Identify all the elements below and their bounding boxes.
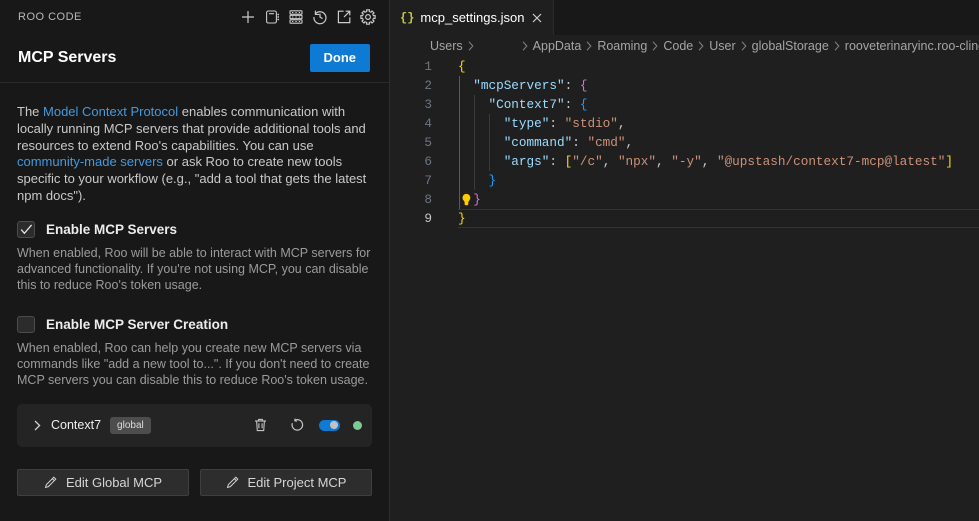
tab-bar: {} mcp_settings.json bbox=[390, 0, 979, 35]
breadcrumb-separator-icon bbox=[585, 41, 593, 51]
panel-body: The Model Context Protocol enables commu… bbox=[0, 83, 389, 521]
line-number: 7 bbox=[390, 171, 432, 190]
server-scope-badge: global bbox=[110, 417, 151, 434]
plus-icon[interactable] bbox=[240, 9, 256, 25]
close-tab-icon[interactable] bbox=[529, 10, 545, 26]
breadcrumb-separator-icon bbox=[697, 41, 705, 51]
json-file-icon: {} bbox=[400, 11, 414, 25]
breadcrumb-separator-icon bbox=[467, 41, 475, 51]
breadcrumb-item[interactable]: Code bbox=[663, 39, 693, 53]
server-status-dot bbox=[353, 421, 362, 430]
code-line-1[interactable]: 1{ bbox=[390, 57, 979, 76]
enable-mcp-servers-checkbox[interactable] bbox=[17, 221, 35, 238]
breadcrumb-separator-icon bbox=[651, 41, 659, 51]
breadcrumb-item[interactable]: AppData bbox=[533, 39, 582, 53]
line-number: 1 bbox=[390, 57, 432, 76]
settings-gear-icon[interactable] bbox=[360, 9, 376, 25]
code-editor[interactable]: 1{2 "mcpServers": {3 "Context7": {4 "typ… bbox=[390, 57, 979, 521]
code-line-6[interactable]: 6 "args": ["/c", "npx", "-y", "@upstash/… bbox=[390, 152, 979, 171]
breadcrumb-item[interactable]: User bbox=[709, 39, 735, 53]
editor-group: {} mcp_settings.json Users AppData Roaming… bbox=[390, 0, 979, 521]
code-line-5[interactable]: 5 "command": "cmd", bbox=[390, 133, 979, 152]
enable-mcp-server-creation-label: Enable MCP Server Creation bbox=[46, 317, 228, 332]
breadcrumb-separator-icon bbox=[833, 41, 841, 51]
breadcrumbs: Users AppData Roaming Code User globalStorage… bbox=[390, 35, 979, 57]
edit-mcp-buttons: Edit Global MCP Edit Project MCP bbox=[17, 469, 372, 496]
tab-title: mcp_settings.json bbox=[420, 10, 529, 25]
server-enabled-toggle[interactable] bbox=[319, 420, 340, 431]
panel-toolbar-icons bbox=[240, 9, 376, 25]
open-in-editor-icon[interactable] bbox=[336, 9, 352, 25]
code-line-4[interactable]: 4 "type": "stdio", bbox=[390, 114, 979, 133]
mcp-intro-text: The Model Context Protocol enables commu… bbox=[17, 104, 372, 205]
breadcrumb-item[interactable]: rooveterinaryinc.roo-cline bbox=[845, 39, 979, 53]
line-number: 6 bbox=[390, 152, 432, 171]
expand-chevron-icon[interactable] bbox=[29, 417, 45, 433]
extension-title: ROO CODE bbox=[18, 11, 240, 23]
setting-enable-mcp-server-creation: Enable MCP Server Creation When enabled,… bbox=[17, 316, 372, 388]
mcp-server-row-context7[interactable]: Context7 global bbox=[17, 404, 372, 447]
done-button[interactable]: Done bbox=[310, 44, 371, 72]
edit-project-mcp-button[interactable]: Edit Project MCP bbox=[200, 469, 372, 496]
breadcrumb-item[interactable]: Users bbox=[430, 39, 463, 53]
link-model-context-protocol[interactable]: Model Context Protocol bbox=[43, 104, 178, 119]
line-number: 5 bbox=[390, 133, 432, 152]
code-line-9[interactable]: 9} bbox=[390, 209, 979, 228]
enable-mcp-server-creation-description: When enabled, Roo can help you create ne… bbox=[17, 340, 372, 388]
code-line-8[interactable]: 8 } bbox=[390, 190, 979, 209]
breadcrumb-item[interactable]: Roaming bbox=[597, 39, 647, 53]
page-title: MCP Servers bbox=[18, 49, 116, 67]
breadcrumb-item[interactable]: globalStorage bbox=[752, 39, 829, 53]
breadcrumb-separator-icon bbox=[521, 41, 529, 51]
tab-mcp-settings-json[interactable]: {} mcp_settings.json bbox=[390, 0, 554, 35]
edit-global-mcp-button[interactable]: Edit Global MCP bbox=[17, 469, 189, 496]
roo-code-panel: ROO CODE bbox=[0, 0, 390, 521]
breadcrumb-separator-icon bbox=[740, 41, 748, 51]
line-number: 9 bbox=[390, 209, 432, 228]
restart-server-icon[interactable] bbox=[289, 417, 305, 433]
line-number: 2 bbox=[390, 76, 432, 95]
notepad-icon[interactable] bbox=[264, 9, 280, 25]
line-number: 8 bbox=[390, 190, 432, 209]
panel-toolbar: ROO CODE bbox=[0, 0, 389, 33]
panel-header: MCP Servers Done bbox=[0, 33, 389, 82]
delete-server-icon[interactable] bbox=[252, 417, 268, 433]
enable-mcp-servers-description: When enabled, Roo will be able to intera… bbox=[17, 245, 372, 293]
setting-enable-mcp-servers: Enable MCP Servers When enabled, Roo wil… bbox=[17, 221, 372, 293]
enable-mcp-servers-label: Enable MCP Servers bbox=[46, 222, 177, 237]
history-icon[interactable] bbox=[312, 9, 328, 25]
link-community-made-servers[interactable]: community-made servers bbox=[17, 154, 163, 169]
mcp-server-icon[interactable] bbox=[288, 9, 304, 25]
server-name: Context7 bbox=[51, 418, 101, 432]
code-line-3[interactable]: 3 "Context7": { bbox=[390, 95, 979, 114]
enable-mcp-server-creation-checkbox[interactable] bbox=[17, 316, 35, 333]
vscode-window: ROO CODE bbox=[0, 0, 979, 521]
code-line-7[interactable]: 7 } bbox=[390, 171, 979, 190]
code-line-2[interactable]: 2 "mcpServers": { bbox=[390, 76, 979, 95]
line-number: 4 bbox=[390, 114, 432, 133]
line-number: 3 bbox=[390, 95, 432, 114]
